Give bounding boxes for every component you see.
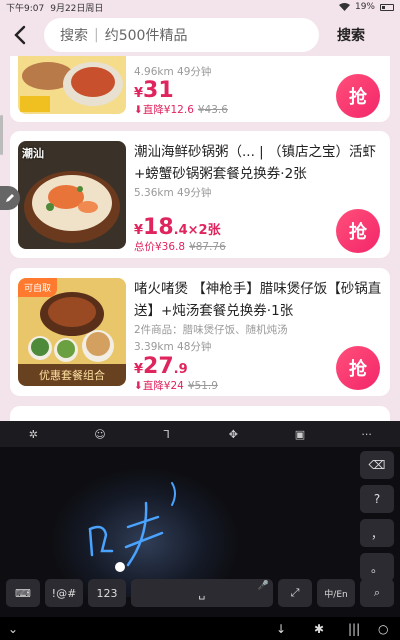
product-card[interactable]: 潮汕 潮汕海鲜砂锅粥（... | （镇店之宝）活虾+螃蟹砂锅粥套餐兑换券·2张 … — [10, 131, 390, 258]
clipboard-icon[interactable]: ▣ — [280, 428, 320, 441]
backspace-key[interactable]: ⌫ — [360, 451, 394, 479]
battery-percent: 19% — [354, 2, 375, 12]
pencil-icon — [6, 194, 14, 202]
nav-arrow-icon[interactable]: ↓ — [276, 622, 286, 636]
nav-star-icon[interactable]: ✱ — [314, 622, 324, 636]
emoji-icon[interactable]: ☺ — [80, 428, 120, 441]
thumbnail-label: 潮汕 — [22, 147, 44, 160]
discount-text: 直降¥24 — [142, 380, 184, 392]
mic-icon: 🎤 — [257, 581, 269, 591]
keyboard-switch-key[interactable]: ⌨ — [6, 579, 40, 607]
old-price: ¥43.6 — [197, 104, 228, 116]
question-key[interactable]: ? — [360, 485, 394, 513]
price: ¥18.4×2张 — [134, 215, 221, 240]
grab-button[interactable]: 抢 — [336, 346, 380, 390]
keyboard-bottom-row: ⌨ !@# 123 ␣ 🎤 ⤢ 中/En ⌕ — [6, 579, 394, 609]
search-key[interactable]: ⌕ — [360, 579, 394, 607]
product-card[interactable]: 可自取 优惠套餐组合 啫火啫煲 【神枪手】腊味煲仔饭【砂锅直送】+炖汤套餐兑换券… — [10, 268, 390, 396]
distance-text: 3.39km 48分钟 — [134, 341, 212, 353]
more-button[interactable]: ··· — [347, 428, 387, 441]
keyboard-toolbar: ✲ ☺ Ꞁ ✥ ▣ ··· — [0, 421, 400, 447]
old-price: ¥51.9 — [187, 380, 218, 392]
numbers-key[interactable]: 123 — [88, 579, 126, 607]
effects-icon[interactable]: ✲ — [13, 428, 53, 441]
space-key[interactable]: ␣ 🎤 — [131, 579, 273, 607]
nav-home-icon[interactable]: ○ — [378, 622, 388, 636]
battery-icon — [380, 3, 394, 11]
product-title: 潮汕海鲜砂锅粥（... | （镇店之宝）活虾+螃蟹砂锅粥套餐兑换券·2张 — [134, 144, 377, 182]
expand-key[interactable]: ⤢ — [278, 579, 312, 607]
discount-icon: ⬇ — [134, 380, 143, 392]
thumbnail-label: 优惠套餐组合 — [18, 364, 126, 386]
price: ¥31 — [134, 78, 174, 103]
discount-text: 直降¥12.6 — [142, 104, 194, 116]
status-date: 9月22日周日 — [50, 3, 104, 14]
edge-handle[interactable] — [0, 115, 3, 155]
product-title: 啫火啫煲 【神枪手】腊味煲仔饭【砂锅直送】+炖汤套餐兑换券·1张 — [134, 281, 382, 319]
handwriting-keyboard: ✲ ☺ Ꞁ ✥ ▣ ··· ⌫ ? ， 。 ⌨ !@# 123 ␣ 🎤 ⤢ 中/… — [0, 421, 400, 617]
grab-button[interactable]: 抢 — [336, 209, 380, 253]
search-count: 约500件精品 — [104, 28, 188, 44]
distance-text: 5.36km 49分钟 — [134, 187, 212, 199]
search-header: 搜索 | 约500件精品 搜索 — [0, 14, 400, 56]
handwriting-canvas[interactable] — [0, 447, 352, 597]
product-card[interactable]: 4.96km 49分钟 ¥31 ⬇直降¥12.6 ¥43.6 抢 — [10, 56, 390, 122]
nav-down-icon[interactable]: ⌄ — [8, 622, 18, 636]
old-price: ¥87.76 — [189, 241, 226, 253]
discount-icon: ⬇ — [134, 104, 143, 116]
items-text: 2件商品：腊味煲仔饭、随机炖汤 — [134, 324, 288, 336]
price-multiplier: ×2张 — [187, 223, 221, 238]
distance-text: 4.96km 49分钟 — [134, 66, 212, 78]
system-nav-bar: ⌄ ↓ ✱ ||| ○ — [0, 617, 400, 640]
grab-button[interactable]: 抢 — [336, 74, 380, 118]
discount-line: ⬇直降¥24 ¥51.9 — [134, 378, 218, 393]
product-thumbnail: 可自取 优惠套餐组合 — [18, 278, 126, 386]
discount-line: ⬇直降¥12.6 ¥43.6 — [134, 102, 228, 117]
cursor-move-icon[interactable]: ✥ — [213, 428, 253, 441]
price: ¥27.9 — [134, 354, 188, 379]
self-pickup-tag: 可自取 — [18, 278, 58, 297]
side-key-column: ⌫ ? ， 。 — [360, 451, 394, 587]
nav-recents-icon[interactable]: ||| — [348, 622, 360, 636]
comma-key[interactable]: ， — [360, 519, 394, 547]
price-decimal: .4 — [173, 223, 188, 238]
total-text: 总价¥36.8 — [134, 241, 186, 253]
product-thumbnail — [18, 56, 126, 114]
period-key[interactable]: 。 — [360, 553, 394, 581]
price-value: 27 — [143, 354, 174, 379]
back-button[interactable] — [0, 15, 40, 55]
search-label: 搜索 — [60, 28, 88, 44]
search-button[interactable]: 搜索 — [337, 25, 365, 45]
handwriting-strokes — [88, 482, 176, 572]
search-divider: | — [94, 27, 99, 43]
back-arrow-icon — [14, 25, 26, 45]
price-value: 31 — [143, 78, 174, 103]
search-input[interactable]: 搜索 | 约500件精品 — [44, 18, 319, 52]
text-style-icon[interactable]: Ꞁ — [147, 428, 187, 441]
product-thumbnail: 潮汕 — [18, 141, 126, 249]
price-value: 18 — [143, 215, 174, 240]
space-icon: ␣ — [198, 586, 206, 600]
wifi-icon — [338, 3, 350, 11]
price-decimal: .9 — [173, 362, 188, 377]
status-bar: 下午9:07 9月22日周日 19% — [0, 0, 400, 14]
language-key[interactable]: 中/En — [317, 579, 355, 607]
status-time: 下午9:07 — [6, 3, 45, 14]
symbols-key[interactable]: !@# — [45, 579, 83, 607]
total-line: 总价¥36.8 ¥87.76 — [134, 239, 226, 254]
